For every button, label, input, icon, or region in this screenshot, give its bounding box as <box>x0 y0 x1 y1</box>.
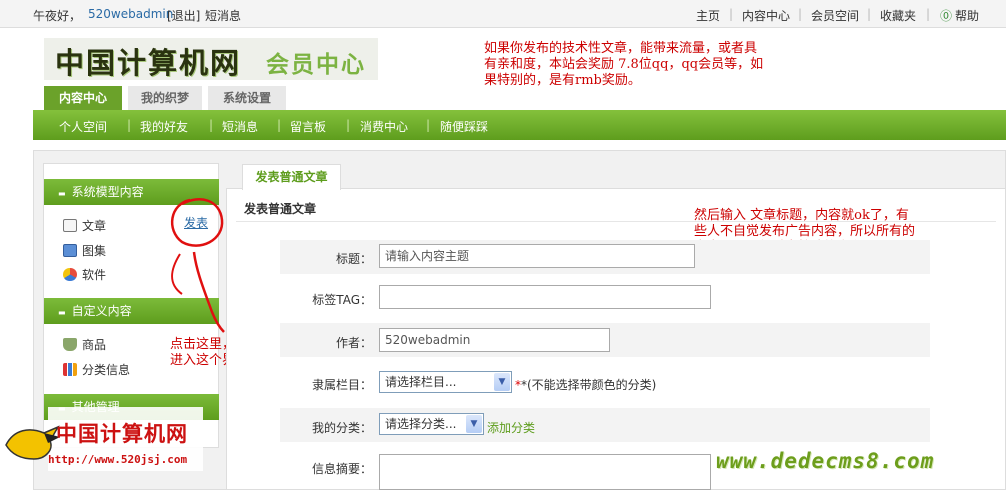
nav-messages[interactable]: 短消息 <box>222 118 258 135</box>
top-bar: 午夜好， 520webadmin [退出] 短消息 主页 | 内容中心 | 会员… <box>0 0 1006 28</box>
top-link-content[interactable]: 内容中心 <box>742 7 790 24</box>
watermark-site-name: 中国计算机网 <box>56 422 188 446</box>
tag-label: 标签TAG： <box>312 293 372 307</box>
category-label: 我的分类： <box>311 421 372 435</box>
help-icon: ⓪ <box>940 9 953 23</box>
tab-content-center[interactable]: 内容中心 <box>44 86 122 110</box>
chevron-down-icon: ▼ <box>494 373 510 391</box>
chevron-down-icon: ▼ <box>466 415 482 433</box>
sidebar-item-classified[interactable]: 分类信息 <box>63 361 130 378</box>
tab-publish-article[interactable]: 发表普通文章 <box>242 164 341 190</box>
greeting: 午夜好， <box>33 9 82 23</box>
site-logo: 中国计算机网 <box>55 46 242 80</box>
summary-label: 信息摘要： <box>311 462 372 476</box>
author-label: 作者： <box>335 336 372 350</box>
username-link[interactable]: 520webadmin <box>88 7 173 21</box>
tag-input[interactable] <box>379 285 711 309</box>
nav-my-friends[interactable]: 我的好友 <box>140 118 188 135</box>
title-label: 标题： <box>335 252 372 266</box>
article-icon <box>63 219 77 232</box>
top-link-favorites[interactable]: 收藏夹 <box>880 7 916 24</box>
dedecms-watermark: www.dedecms8.com <box>716 449 935 473</box>
sidebar-item-article[interactable]: 文章 <box>63 217 106 234</box>
publish-link[interactable]: 发表 <box>184 214 208 231</box>
category-select[interactable]: 请选择分类... ▼ <box>379 413 484 435</box>
messages-link[interactable]: 短消息 <box>205 7 241 24</box>
annotation-reward: 如果你发布的技术性文章，能带来流量，或者具 有亲和度，本站会奖励 7.8位qq，… <box>484 41 764 88</box>
gallery-icon <box>63 244 77 257</box>
sidebar-item-software[interactable]: 软件 <box>63 266 106 283</box>
column-label: 隶属栏目： <box>311 378 372 392</box>
watermark-url: http://www.520jsj.com <box>48 453 188 466</box>
member-center-title: 会员中心 <box>266 52 366 78</box>
logout-link[interactable]: [退出] <box>167 7 200 24</box>
bar-chart-icon <box>63 363 77 376</box>
tab-system-settings[interactable]: 系统设置 <box>208 86 286 110</box>
sidebar-item-goods[interactable]: 商品 <box>63 336 106 353</box>
basket-icon <box>63 338 77 351</box>
title-input[interactable]: 请输入内容主题 <box>379 244 695 268</box>
sidebar-item-gallery[interactable]: 图集 <box>63 242 106 259</box>
software-icon <box>63 268 77 281</box>
top-link-home[interactable]: 主页 <box>696 7 720 24</box>
nav-personal-space[interactable]: 个人空间 <box>59 118 107 135</box>
form-title: 发表普通文章 <box>244 202 317 216</box>
column-select[interactable]: 请选择栏目... ▼ <box>379 371 512 393</box>
add-category-link[interactable]: 添加分类 <box>487 419 535 436</box>
top-link-member[interactable]: 会员空间 <box>811 7 859 24</box>
nav-guestbook[interactable]: 留言板 <box>290 118 326 135</box>
help-link[interactable]: 帮助 <box>955 7 979 24</box>
summary-textarea[interactable] <box>379 454 711 490</box>
site-watermark-logo: 中国计算机网 http://www.520jsj.com <box>0 405 205 473</box>
nav-random-step[interactable]: 随便踩踩 <box>440 118 488 135</box>
green-nav-bar: 个人空间 | 我的好友 | 短消息 | 留言板 | 消费中心 | 随便踩踩 <box>33 110 1006 140</box>
tab-my-dream[interactable]: 我的织梦 <box>128 86 202 110</box>
column-hint: **(不能选择带颜色的分类) <box>515 378 657 392</box>
nav-consumption[interactable]: 消费中心 <box>360 118 408 135</box>
author-input[interactable]: 520webadmin <box>379 328 610 352</box>
